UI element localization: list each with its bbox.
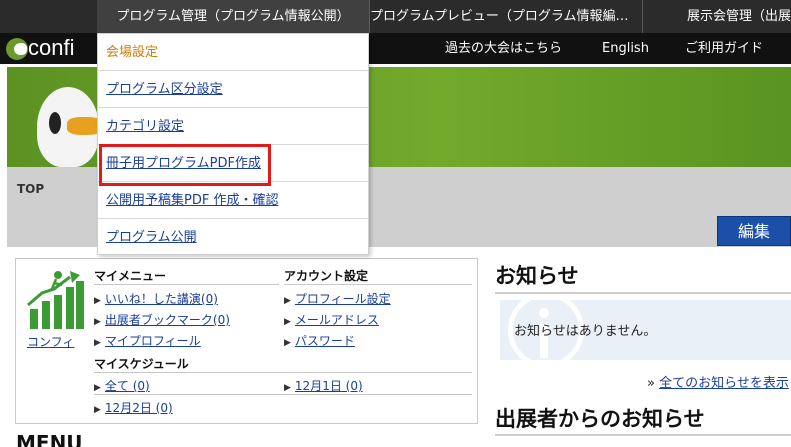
menu-link[interactable]: 公開用予稿集PDF 作成・確認 <box>106 193 278 208</box>
all-news-link[interactable]: » 全てのお知らせを表示 <box>647 372 789 391</box>
arrow-right-icon: ▶ <box>94 405 101 415</box>
arrow-right-icon: ▶ <box>284 383 291 393</box>
arrow-right-icon: ▶ <box>284 296 291 306</box>
divider <box>495 292 791 294</box>
divider <box>284 284 472 285</box>
tab-program-preview[interactable]: プログラムプレビュー（プログラム情報編… <box>370 0 642 33</box>
schedule-item-dec2[interactable]: ▶ 12月2日 (0) <box>94 399 173 416</box>
account-item-profile-settings[interactable]: ▶ プロフィール設定 <box>284 290 391 307</box>
breadcrumb[interactable]: TOP <box>17 182 44 196</box>
english-link[interactable]: English <box>602 33 649 64</box>
menu-item-booklet-pdf[interactable]: 冊子用プログラムPDF作成 <box>98 145 368 182</box>
my-menu-item-likes[interactable]: ▶ いいね！した講演(0) <box>94 290 218 307</box>
menu-link[interactable]: プログラム区分設定 <box>106 82 223 97</box>
top-navigation: プログラム管理（プログラム情報公開） プログラムプレビュー（プログラム情報編… … <box>0 0 791 33</box>
menu-link[interactable]: カテゴリ設定 <box>106 119 184 134</box>
exhibitor-news-title: 出展者からのお知らせ <box>495 407 705 431</box>
avatar-name-link[interactable]: コンフィ <box>27 333 74 350</box>
arrow-right-icon: ▶ <box>94 338 101 348</box>
schedule-label: 全て (0) <box>104 379 150 393</box>
edit-button[interactable]: 編集 <box>717 216 791 246</box>
my-menu-label: いいね！した講演(0) <box>104 292 218 306</box>
double-arrow-icon: » <box>647 376 655 391</box>
schedule-item-all[interactable]: ▶ 全て (0) <box>94 377 150 394</box>
info-dot <box>539 308 549 318</box>
divider <box>94 372 472 373</box>
news-message-box: お知らせはありません。 <box>500 300 791 360</box>
menu-link[interactable]: 冊子用プログラムPDF作成 <box>106 156 261 171</box>
arrow-right-icon: ▶ <box>94 383 101 393</box>
my-menu-panel: コンフィ マイメニュー ▶ いいね！した講演(0) ▶ 出展者ブックマーク(0) ▶… <box>15 258 478 424</box>
schedule-label: 12月2日 (0) <box>104 401 173 415</box>
news-title: お知らせ <box>495 264 579 288</box>
growth-chart-avatar-icon <box>27 271 84 329</box>
arrow-right-icon: ▶ <box>284 317 291 327</box>
my-menu-item-bookmarks[interactable]: ▶ 出展者ブックマーク(0) <box>94 311 230 328</box>
my-menu-heading: マイメニュー <box>94 269 167 283</box>
tab-program-management[interactable]: プログラム管理（プログラム情報公開） <box>97 0 369 33</box>
all-news-label: 全てのお知らせを表示 <box>659 376 789 391</box>
account-item-email[interactable]: ▶ メールアドレス <box>284 311 379 328</box>
past-conferences-link[interactable]: 過去の大会はこちら <box>445 33 562 64</box>
duck-eye-icon <box>49 112 61 134</box>
my-schedule-heading: マイスケジュール <box>94 357 189 371</box>
news-empty-message: お知らせはありません。 <box>514 324 657 339</box>
user-guide-link[interactable]: ご利用ガイド <box>685 33 763 64</box>
menu-item-program-publish[interactable]: プログラム公開 <box>98 219 368 256</box>
arrow-right-icon: ▶ <box>284 338 291 348</box>
account-settings-heading: アカウント設定 <box>284 269 369 283</box>
tab-exhibition-management[interactable]: 展示会管理（出展 <box>643 0 791 33</box>
account-label: プロフィール設定 <box>294 292 391 306</box>
account-item-password[interactable]: ▶ パスワード <box>284 332 355 349</box>
menu-link[interactable]: プログラム公開 <box>106 230 197 245</box>
divider <box>495 434 791 436</box>
divider <box>94 284 279 285</box>
my-menu-label: マイプロフィール <box>104 334 201 348</box>
schedule-label: 12月1日 (0) <box>294 379 363 393</box>
account-label: メールアドレス <box>294 313 379 327</box>
arrow-right-icon: ▶ <box>94 317 101 327</box>
my-menu-label: 出展者ブックマーク(0) <box>104 313 230 327</box>
menu-item-venue-settings[interactable]: 会場設定 <box>98 34 368 71</box>
divider <box>94 394 472 395</box>
menu-item-category-settings[interactable]: カテゴリ設定 <box>98 108 368 145</box>
schedule-item-dec1[interactable]: ▶ 12月1日 (0) <box>284 377 363 394</box>
logo-text: confi <box>28 35 75 60</box>
account-label: パスワード <box>294 334 355 348</box>
menu-item-proceedings-pdf[interactable]: 公開用予稿集PDF 作成・確認 <box>98 182 368 219</box>
program-management-dropdown: 会場設定 プログラム区分設定 カテゴリ設定 冊子用プログラムPDF作成 公開用予… <box>97 33 369 255</box>
menu-item-program-category[interactable]: プログラム区分設定 <box>98 71 368 108</box>
my-menu-item-profile[interactable]: ▶ マイプロフィール <box>94 332 201 349</box>
arrow-right-icon: ▶ <box>94 296 101 306</box>
menu-heading: MENU <box>16 431 83 447</box>
duck-logo-icon <box>6 38 28 60</box>
